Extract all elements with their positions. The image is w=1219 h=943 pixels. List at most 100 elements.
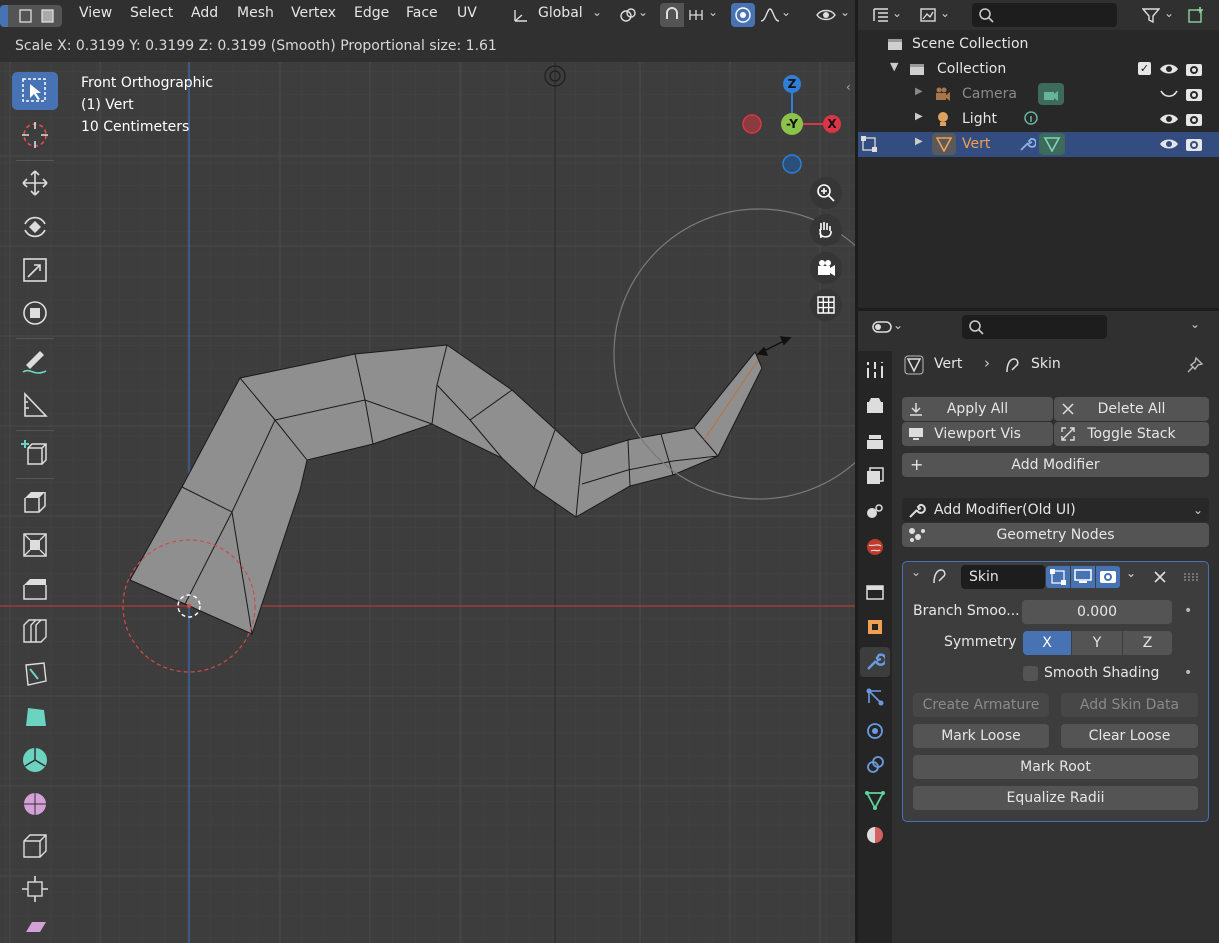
tool-scale[interactable] [12,251,58,289]
expand-arrow-icon[interactable]: ▶ [915,111,923,122]
toggle-stack-button[interactable]: Toggle Stack [1054,422,1209,446]
collection-exclude-checkbox[interactable]: ✓ [1138,62,1151,75]
snap-toggle[interactable] [660,3,684,27]
pivot-dropdown[interactable]: ⌄ [616,3,652,27]
mark-root-button[interactable]: Mark Root [913,755,1198,779]
pan-button[interactable] [810,214,842,246]
geometry-nodes-button[interactable]: Geometry Nodes [902,523,1209,547]
tab-tool[interactable] [860,355,890,385]
menu-vertex[interactable]: Vertex [291,5,336,21]
menu-select[interactable]: Select [130,5,173,21]
viewport-overlay-dropdown[interactable]: ⌄ [812,3,854,27]
pin-icon[interactable] [1186,356,1204,374]
menu-mesh[interactable]: Mesh [237,5,274,21]
tool-inset[interactable] [12,526,58,564]
tab-output[interactable] [860,427,890,457]
tab-object-data[interactable] [860,785,890,815]
tool-knife[interactable] [12,655,58,693]
keyframe-dot-icon[interactable]: • [1184,665,1192,681]
tab-object[interactable] [860,612,890,642]
symmetry-y-toggle[interactable]: Y [1072,631,1122,655]
render-camera-icon[interactable] [1184,85,1204,103]
modifier-name-field[interactable]: Skin [961,565,1045,589]
tab-physics[interactable] [860,716,890,746]
mesh-data-icon[interactable] [1039,133,1065,155]
tool-shear[interactable] [12,914,58,932]
falloff-dropdown[interactable]: ⌄ [757,3,795,27]
menu-view[interactable]: View [79,5,112,21]
tab-constraints[interactable] [860,750,890,780]
tool-move[interactable] [12,164,58,202]
edit-mode-icon[interactable] [860,135,880,153]
display-mode-dropdown[interactable]: ⌄ [914,3,954,27]
create-armature-button[interactable]: Create Armature [913,693,1049,717]
tab-render[interactable] [860,391,890,421]
equalize-radii-button[interactable]: Equalize Radii [913,786,1198,810]
menu-add[interactable]: Add [191,5,218,21]
tool-cursor[interactable] [12,116,58,154]
add-modifier-button[interactable]: + Add Modifier [902,453,1209,477]
delete-all-button[interactable]: Delete All [1054,397,1209,421]
add-skin-data-button[interactable]: Add Skin Data [1061,693,1198,717]
tool-loop-cut[interactable] [12,612,58,650]
properties-options-dropdown[interactable]: ⌄ [1182,315,1208,339]
add-modifier-old-ui-dropdown[interactable]: Add Modifier(Old UI) ⌄ [902,498,1209,522]
collapse-chevron-icon[interactable]: ⌄ [911,565,921,579]
new-collection-button[interactable] [1184,3,1208,27]
sidebar-toggle-icon[interactable]: ‹ [846,80,851,94]
camera-data-icon[interactable] [1038,83,1064,105]
symmetry-z-toggle[interactable]: Z [1123,631,1172,655]
eye-closed-icon[interactable] [1159,88,1179,100]
filter-dropdown[interactable]: ⌄ [1138,3,1178,27]
menu-edge[interactable]: Edge [354,5,389,21]
zoom-button[interactable] [810,177,842,209]
x-axis-handle[interactable]: X [823,115,841,133]
edit-mode-toggle[interactable] [1046,566,1070,588]
eye-icon[interactable] [1159,61,1179,77]
smooth-shading-checkbox[interactable] [1023,666,1038,681]
viewport-vis-button[interactable]: Viewport Vis [902,422,1053,446]
camera-view-button[interactable] [810,252,842,284]
navigation-gizmo[interactable]: Z -Y X [740,74,844,174]
tool-add-cube[interactable] [12,434,58,472]
select-mode-group[interactable] [0,5,62,27]
outliner-row-collection[interactable]: ▼ Collection ✓ [858,57,1219,82]
properties-editor-type-dropdown[interactable]: ⌄ [868,315,906,339]
branch-smoothing-field[interactable]: 0.000 [1022,600,1172,624]
viewport-canvas[interactable] [0,0,855,943]
tool-extrude[interactable] [12,482,58,520]
menu-face[interactable]: Face [406,5,438,21]
expand-arrow-icon[interactable]: ▼ [890,60,898,73]
menu-uv[interactable]: UV [457,5,477,21]
tool-smooth[interactable] [12,784,58,822]
expand-arrow-icon[interactable]: ▶ [915,136,923,147]
tool-bevel[interactable] [12,569,58,607]
proportional-edit-toggle[interactable] [731,3,755,27]
tab-particles[interactable] [860,682,890,712]
symmetry-x-toggle[interactable]: X [1023,631,1071,655]
tab-collection[interactable] [860,577,890,607]
modifier-wrench-icon[interactable] [1018,135,1036,153]
render-camera-icon[interactable] [1184,60,1204,78]
eye-icon[interactable] [1159,136,1179,152]
render-toggle[interactable] [1096,566,1120,588]
tab-world[interactable] [860,532,890,562]
tool-annotate[interactable] [12,343,58,381]
tool-transform[interactable] [12,294,58,332]
remove-modifier-icon[interactable] [1153,570,1167,584]
tab-modifiers[interactable] [860,647,890,677]
tool-spin[interactable] [12,741,58,779]
3d-viewport[interactable]: View Select Add Mesh Vertex Edge Face UV… [0,0,855,943]
snap-group[interactable]: ⌄ [660,3,722,27]
outliner-row-camera[interactable]: ▶ Camera [858,82,1219,107]
outliner-row-light[interactable]: ▶ Light [858,107,1219,132]
tool-select-box[interactable] [12,72,58,110]
apply-all-button[interactable]: Apply All [902,397,1053,421]
edge-face-mode-icon[interactable] [18,8,58,24]
tool-measure[interactable] [12,386,58,424]
tab-material[interactable] [860,820,890,850]
z-axis-handle[interactable]: Z [783,75,801,93]
properties-search-input[interactable] [962,315,1107,339]
transform-orientation-dropdown[interactable]: Global ⌄ [508,3,606,27]
outliner-row-scene-collection[interactable]: Scene Collection [858,32,1219,57]
